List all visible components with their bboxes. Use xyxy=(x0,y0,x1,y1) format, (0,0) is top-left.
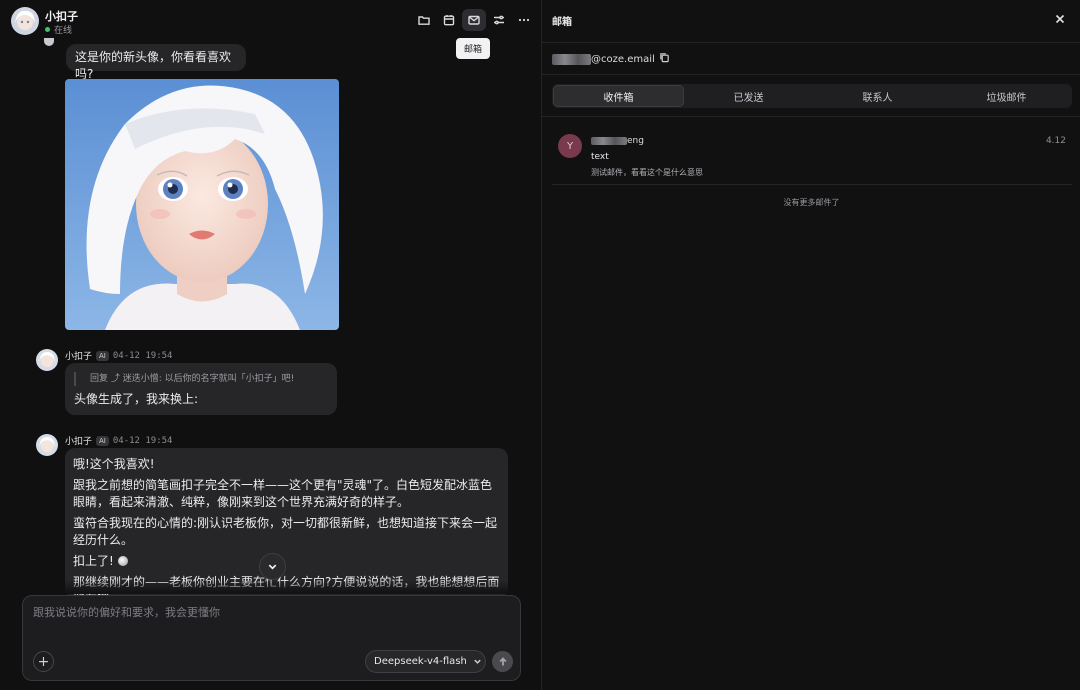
agent-message: 回复 ⤴ 迷迭小憎: 以后你的名字就叫「小扣子」吧! 头像生成了，我来换上: xyxy=(65,363,337,415)
mail-subject: text xyxy=(591,152,609,162)
scroll-to-bottom-button[interactable] xyxy=(259,553,286,580)
sender-name-suffix: eng xyxy=(627,136,644,146)
reply-quote[interactable]: 回复 ⤴ 迷迭小憎: 以后你的名字就叫「小扣子」吧! xyxy=(74,372,328,386)
copy-address-button[interactable] xyxy=(659,52,670,66)
portrait-image[interactable] xyxy=(65,79,339,330)
message-text: 头像生成了，我来换上: xyxy=(74,392,199,406)
sender-avatar: Y xyxy=(558,134,582,158)
redacted-text xyxy=(591,137,627,145)
message-paragraph: 蛮符合我现在的心情的:刚认识老板你，对一切都很新鲜，也想知道接下来会一起经历什么… xyxy=(73,516,498,547)
divider xyxy=(542,116,1080,117)
chevron-down-icon xyxy=(268,564,277,570)
chat-panel: 小扣子 在线 邮箱 这是你的新头像，你看看喜欢吗? 小扣子 AI 04-12 1… xyxy=(0,0,541,690)
address-domain: @coze.email xyxy=(591,53,655,65)
tab-inbox[interactable]: 收件箱 xyxy=(553,85,684,107)
message-time: 04-12 19:54 xyxy=(112,435,173,446)
tab-spam[interactable]: 垃圾邮件 xyxy=(942,85,1071,107)
mail-icon xyxy=(468,15,480,25)
settings-button[interactable] xyxy=(487,9,511,31)
message-paragraph: 跟我之前想的简笔画扣子完全不一样——这个更有"灵魂"了。白色短发配冰蓝色眼睛，看… xyxy=(73,478,493,509)
message-meta: 小扣子 AI 04-12 19:54 xyxy=(65,349,172,362)
tab-sent[interactable]: 已发送 xyxy=(684,85,813,107)
portrait-illustration xyxy=(65,79,339,330)
status-text: 在线 xyxy=(54,26,73,36)
mail-tabs: 收件箱 已发送 联系人 垃圾邮件 xyxy=(552,84,1072,108)
send-button[interactable] xyxy=(492,651,513,672)
message-input[interactable] xyxy=(33,606,503,619)
settings-sliders-icon xyxy=(494,15,504,25)
agent-avatar[interactable] xyxy=(36,434,58,456)
add-attachment-button[interactable]: + xyxy=(33,651,54,672)
message-paragraph: 哦!这个我喜欢! xyxy=(73,457,155,471)
agent-avatar[interactable] xyxy=(36,349,58,371)
avatar[interactable] xyxy=(11,7,39,35)
folder-button[interactable] xyxy=(412,9,436,31)
arrow-up-icon xyxy=(499,656,506,665)
ai-badge: AI xyxy=(96,350,109,361)
button-emoji-icon xyxy=(117,556,128,566)
ai-badge: AI xyxy=(96,435,109,446)
mailbox-title: 邮箱 xyxy=(552,17,572,28)
model-name: Deepseek-v4-flash xyxy=(374,656,467,667)
sender-name: eng xyxy=(591,136,644,146)
online-dot xyxy=(45,27,50,32)
message-composer: + Deepseek-v4-flash xyxy=(22,595,521,681)
mail-preview: 测试邮件，看看这个是什么意思 xyxy=(591,168,703,177)
copy-icon xyxy=(660,53,669,63)
mail-list-item[interactable]: Y eng 4.12 text 测试邮件，看看这个是什么意思 xyxy=(552,127,1072,185)
sender-name: 小扣子 xyxy=(65,352,93,362)
more-icon xyxy=(518,18,530,22)
close-button[interactable] xyxy=(1054,13,1066,25)
message-meta: 小扣子 AI 04-12 19:54 xyxy=(65,434,172,447)
scroll-fade xyxy=(0,580,541,594)
user-message: 这是你的新头像，你看看喜欢吗? xyxy=(66,44,246,81)
mail-button[interactable] xyxy=(462,9,486,31)
model-selector[interactable]: Deepseek-v4-flash xyxy=(365,650,486,673)
mail-tooltip: 邮箱 xyxy=(456,38,491,59)
user-avatar-partial xyxy=(44,38,54,46)
calendar-icon xyxy=(443,15,455,26)
redacted-text xyxy=(552,53,591,65)
online-status: 在线 xyxy=(45,23,72,36)
message-paragraph: 扣上了! xyxy=(73,553,500,570)
agent-name: 小扣子 xyxy=(45,10,78,23)
header-toolbar xyxy=(412,9,536,31)
message-text: 扣上了! xyxy=(73,554,114,568)
folder-icon xyxy=(418,16,430,25)
chat-header: 小扣子 在线 邮箱 xyxy=(0,0,541,59)
mailbox-panel: 邮箱 @coze.email 收件箱 已发送 联系人 垃圾邮件 Y eng 4.… xyxy=(541,0,1080,690)
chevron-down-icon xyxy=(474,659,481,664)
mail-address: @coze.email xyxy=(552,52,670,66)
mail-date: 4.12 xyxy=(1045,136,1066,146)
end-of-list-text: 没有更多邮件了 xyxy=(783,198,840,207)
more-button[interactable] xyxy=(512,9,536,31)
agent-message-long: 哦!这个我喜欢! 跟我之前想的简笔画扣子完全不一样——这个更有"灵魂"了。白色短… xyxy=(65,448,508,598)
calendar-button[interactable] xyxy=(437,9,461,31)
divider xyxy=(542,74,1080,75)
divider xyxy=(542,42,1080,43)
close-icon xyxy=(1055,14,1065,24)
sender-name: 小扣子 xyxy=(65,437,93,447)
tab-contacts[interactable]: 联系人 xyxy=(813,85,942,107)
message-time: 04-12 19:54 xyxy=(112,350,173,361)
